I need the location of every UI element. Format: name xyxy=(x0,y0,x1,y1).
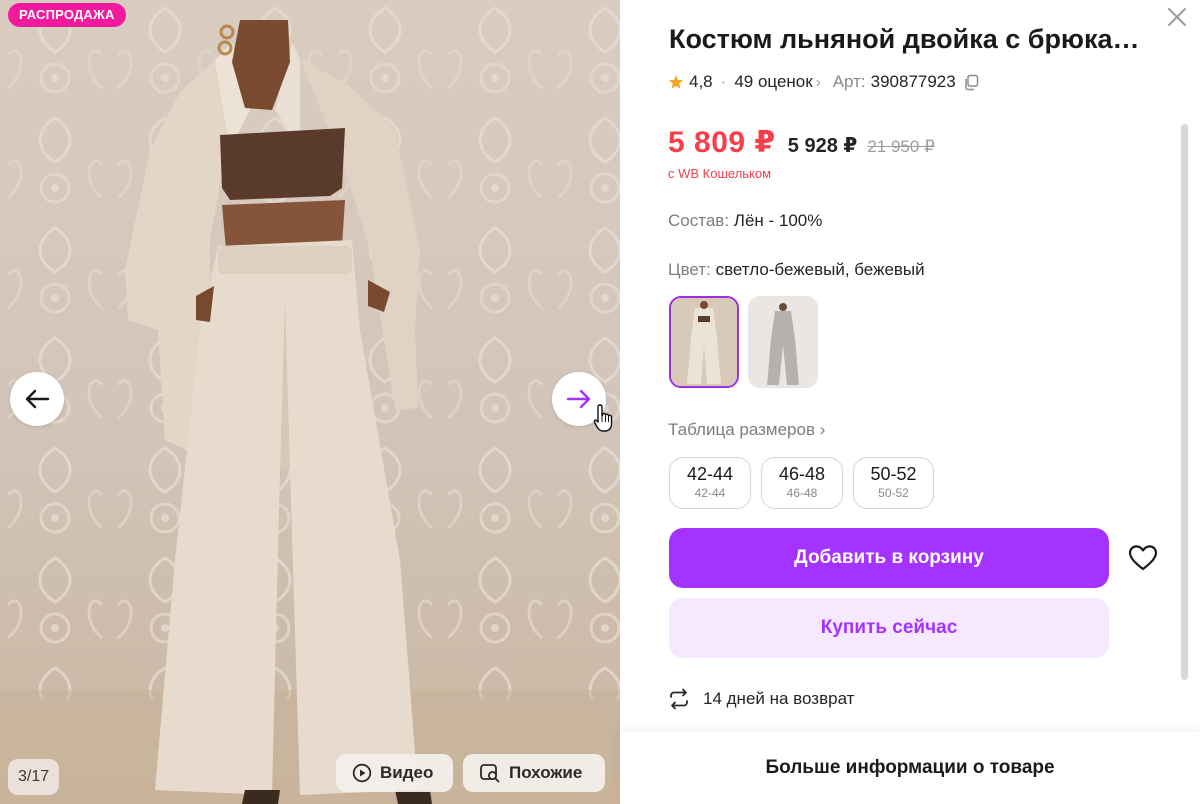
hand-cursor-icon xyxy=(593,404,613,432)
more-info-button[interactable]: Больше информации о товаре xyxy=(620,732,1200,804)
rating-value: 4,8 xyxy=(689,72,713,91)
swatch-thumbnail xyxy=(749,297,817,387)
size-option[interactable]: 50-52 50-52 xyxy=(853,457,934,509)
swatch-thumbnail xyxy=(671,298,737,386)
product-photo xyxy=(0,0,620,804)
star-icon xyxy=(668,75,684,89)
meta-separator: · xyxy=(720,72,727,91)
returns-label: 14 дней на возврат xyxy=(703,689,855,708)
similar-button[interactable]: Похожие xyxy=(463,754,605,792)
buy-now-button[interactable]: Купить сейчас xyxy=(669,598,1109,658)
product-gallery: РАСПРОДАЖА 3/17 Видео Похожие xyxy=(0,0,620,804)
size-main: 46-48 xyxy=(778,464,826,484)
arrow-left-icon xyxy=(25,389,50,409)
size-sub: 42-44 xyxy=(694,486,726,500)
color-row: Цвет: светло-бежевый, бежевый xyxy=(668,260,925,280)
returns-info: 14 дней на возврат xyxy=(668,688,854,710)
price-old: 21 950 ₽ xyxy=(867,137,935,156)
color-value: светло-бежевый, бежевый xyxy=(715,260,925,279)
composition-label: Состав: xyxy=(668,211,730,230)
price-wallet: 5 809 ₽ xyxy=(668,126,776,159)
color-swatch-beige[interactable] xyxy=(748,296,818,388)
price-current: 5 928 ₽ xyxy=(787,135,858,157)
composition-row: Состав: Лён - 100% xyxy=(668,211,822,231)
product-details-panel: Костюм льняной двойка с брюка… 4,8 · 49 … xyxy=(620,0,1200,804)
product-meta-row: 4,8 · 49 оценок › Арт: 390877923 xyxy=(668,72,979,92)
scrollbar[interactable] xyxy=(1181,124,1188,680)
wallet-note: с WB Кошельком xyxy=(668,166,772,181)
price-block: 5 809 ₽ 5 928 ₽ 21 950 ₽ xyxy=(668,125,935,160)
size-table-label: Таблица размеров xyxy=(668,420,815,439)
chevron-right-icon: › xyxy=(819,420,826,439)
composition-value: Лён - 100% xyxy=(733,211,823,230)
size-sub: 50-52 xyxy=(878,486,909,500)
copy-icon[interactable] xyxy=(963,74,979,91)
size-option[interactable]: 42-44 42-44 xyxy=(669,457,751,509)
reviews-link[interactable]: 49 оценок xyxy=(734,72,812,92)
image-counter: 3/17 xyxy=(8,759,60,795)
size-option[interactable]: 46-48 46-48 xyxy=(761,457,843,509)
video-button-label: Видео xyxy=(380,763,434,782)
article-label: Арт: xyxy=(832,72,866,91)
play-circle-icon xyxy=(352,763,372,783)
color-label: Цвет: xyxy=(668,260,711,279)
size-main: 50-52 xyxy=(870,464,917,484)
size-main: 42-44 xyxy=(686,464,734,484)
add-to-cart-button[interactable]: Добавить в корзину xyxy=(669,528,1109,588)
arrow-right-icon xyxy=(566,389,591,409)
return-arrows-icon xyxy=(670,688,688,710)
similar-button-label: Похожие xyxy=(509,763,583,782)
color-swatch-light-beige[interactable] xyxy=(669,296,739,388)
previous-image-button[interactable] xyxy=(10,372,64,426)
video-button[interactable]: Видео xyxy=(336,754,453,792)
size-table-link[interactable]: Таблица размеров › xyxy=(668,420,825,440)
sale-badge: РАСПРОДАЖА xyxy=(8,3,126,27)
image-search-icon xyxy=(480,764,500,783)
size-sub: 46-48 xyxy=(786,486,818,500)
close-icon[interactable] xyxy=(1165,5,1189,29)
product-title: Костюм льняной двойка с брюка… xyxy=(669,24,1140,54)
heart-icon[interactable] xyxy=(1128,544,1158,572)
article-number: 390877923 xyxy=(870,72,956,91)
chevron-right-icon: › xyxy=(815,73,821,91)
